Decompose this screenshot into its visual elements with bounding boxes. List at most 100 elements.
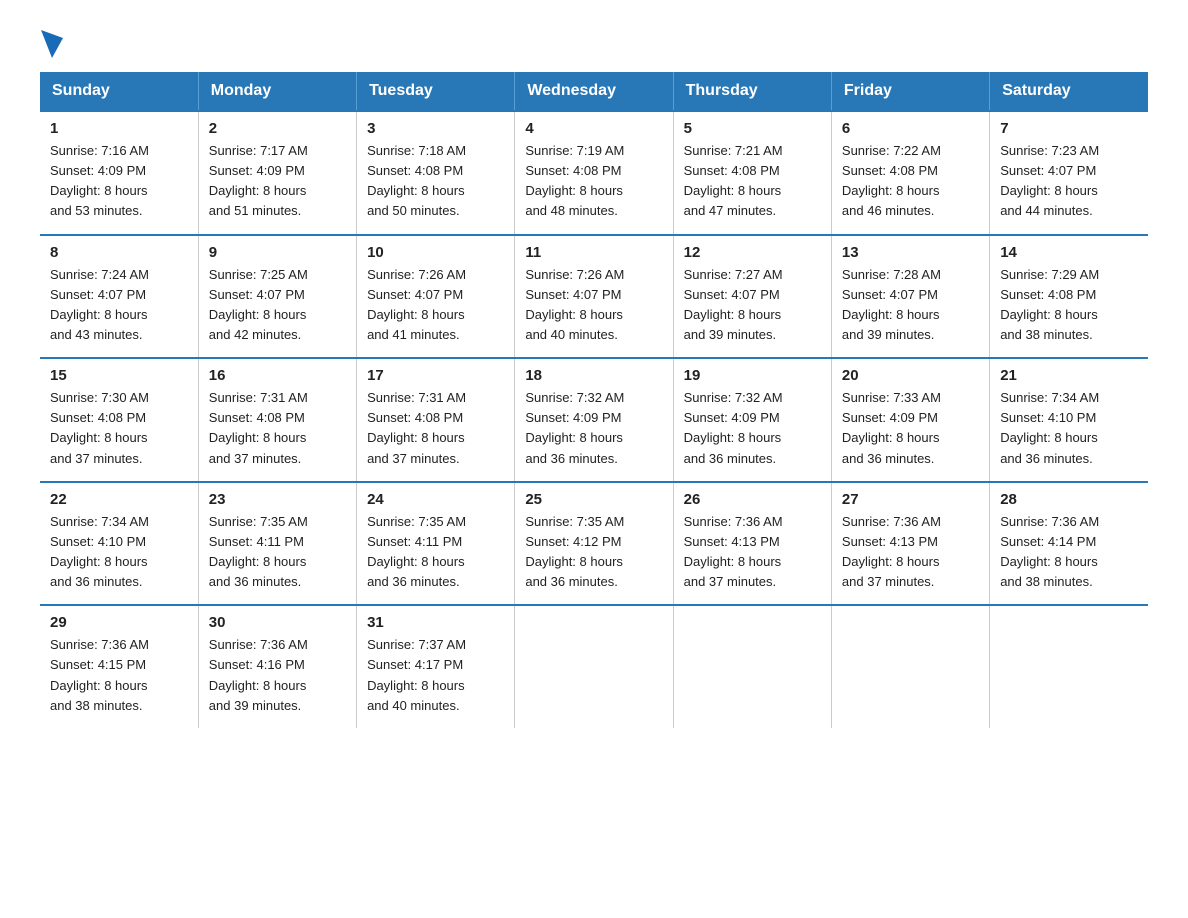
week-row-2: 8 Sunrise: 7:24 AMSunset: 4:07 PMDayligh… bbox=[40, 235, 1148, 359]
day-number: 14 bbox=[1000, 244, 1138, 261]
calendar-cell: 17 Sunrise: 7:31 AMSunset: 4:08 PMDaylig… bbox=[357, 358, 515, 482]
calendar-cell: 2 Sunrise: 7:17 AMSunset: 4:09 PMDayligh… bbox=[198, 111, 356, 235]
day-number: 23 bbox=[209, 491, 346, 508]
day-number: 25 bbox=[525, 491, 662, 508]
day-number: 1 bbox=[50, 120, 188, 137]
day-number: 17 bbox=[367, 367, 504, 384]
day-info: Sunrise: 7:34 AMSunset: 4:10 PMDaylight:… bbox=[1000, 388, 1138, 469]
column-header-tuesday: Tuesday bbox=[357, 72, 515, 111]
calendar-cell: 25 Sunrise: 7:35 AMSunset: 4:12 PMDaylig… bbox=[515, 482, 673, 606]
day-info: Sunrise: 7:35 AMSunset: 4:11 PMDaylight:… bbox=[367, 512, 504, 593]
calendar-cell: 18 Sunrise: 7:32 AMSunset: 4:09 PMDaylig… bbox=[515, 358, 673, 482]
day-number: 22 bbox=[50, 491, 188, 508]
day-info: Sunrise: 7:35 AMSunset: 4:11 PMDaylight:… bbox=[209, 512, 346, 593]
day-info: Sunrise: 7:27 AMSunset: 4:07 PMDaylight:… bbox=[684, 265, 821, 346]
day-number: 9 bbox=[209, 244, 346, 261]
day-info: Sunrise: 7:22 AMSunset: 4:08 PMDaylight:… bbox=[842, 141, 979, 222]
day-number: 16 bbox=[209, 367, 346, 384]
day-info: Sunrise: 7:29 AMSunset: 4:08 PMDaylight:… bbox=[1000, 265, 1138, 346]
calendar-cell: 16 Sunrise: 7:31 AMSunset: 4:08 PMDaylig… bbox=[198, 358, 356, 482]
calendar-cell: 12 Sunrise: 7:27 AMSunset: 4:07 PMDaylig… bbox=[673, 235, 831, 359]
calendar-cell: 8 Sunrise: 7:24 AMSunset: 4:07 PMDayligh… bbox=[40, 235, 198, 359]
day-number: 18 bbox=[525, 367, 662, 384]
column-header-sunday: Sunday bbox=[40, 72, 198, 111]
day-number: 12 bbox=[684, 244, 821, 261]
calendar-cell bbox=[673, 605, 831, 728]
day-info: Sunrise: 7:21 AMSunset: 4:08 PMDaylight:… bbox=[684, 141, 821, 222]
calendar-cell: 5 Sunrise: 7:21 AMSunset: 4:08 PMDayligh… bbox=[673, 111, 831, 235]
day-number: 10 bbox=[367, 244, 504, 261]
calendar-cell: 10 Sunrise: 7:26 AMSunset: 4:07 PMDaylig… bbox=[357, 235, 515, 359]
calendar-cell: 21 Sunrise: 7:34 AMSunset: 4:10 PMDaylig… bbox=[990, 358, 1148, 482]
day-info: Sunrise: 7:24 AMSunset: 4:07 PMDaylight:… bbox=[50, 265, 188, 346]
logo bbox=[40, 30, 64, 52]
day-number: 21 bbox=[1000, 367, 1138, 384]
day-number: 27 bbox=[842, 491, 979, 508]
day-number: 31 bbox=[367, 614, 504, 631]
day-info: Sunrise: 7:33 AMSunset: 4:09 PMDaylight:… bbox=[842, 388, 979, 469]
column-header-wednesday: Wednesday bbox=[515, 72, 673, 111]
day-number: 15 bbox=[50, 367, 188, 384]
calendar-cell: 29 Sunrise: 7:36 AMSunset: 4:15 PMDaylig… bbox=[40, 605, 198, 728]
day-number: 11 bbox=[525, 244, 662, 261]
calendar-cell: 20 Sunrise: 7:33 AMSunset: 4:09 PMDaylig… bbox=[831, 358, 989, 482]
week-row-4: 22 Sunrise: 7:34 AMSunset: 4:10 PMDaylig… bbox=[40, 482, 1148, 606]
day-info: Sunrise: 7:34 AMSunset: 4:10 PMDaylight:… bbox=[50, 512, 188, 593]
calendar-cell: 7 Sunrise: 7:23 AMSunset: 4:07 PMDayligh… bbox=[990, 111, 1148, 235]
day-info: Sunrise: 7:18 AMSunset: 4:08 PMDaylight:… bbox=[367, 141, 504, 222]
day-number: 30 bbox=[209, 614, 346, 631]
calendar-cell: 4 Sunrise: 7:19 AMSunset: 4:08 PMDayligh… bbox=[515, 111, 673, 235]
week-row-3: 15 Sunrise: 7:30 AMSunset: 4:08 PMDaylig… bbox=[40, 358, 1148, 482]
day-info: Sunrise: 7:19 AMSunset: 4:08 PMDaylight:… bbox=[525, 141, 662, 222]
day-info: Sunrise: 7:36 AMSunset: 4:13 PMDaylight:… bbox=[842, 512, 979, 593]
calendar-cell: 26 Sunrise: 7:36 AMSunset: 4:13 PMDaylig… bbox=[673, 482, 831, 606]
day-number: 13 bbox=[842, 244, 979, 261]
calendar-header-row: SundayMondayTuesdayWednesdayThursdayFrid… bbox=[40, 72, 1148, 111]
column-header-friday: Friday bbox=[831, 72, 989, 111]
column-header-monday: Monday bbox=[198, 72, 356, 111]
calendar-cell: 1 Sunrise: 7:16 AMSunset: 4:09 PMDayligh… bbox=[40, 111, 198, 235]
day-info: Sunrise: 7:35 AMSunset: 4:12 PMDaylight:… bbox=[525, 512, 662, 593]
week-row-5: 29 Sunrise: 7:36 AMSunset: 4:15 PMDaylig… bbox=[40, 605, 1148, 728]
calendar-table: SundayMondayTuesdayWednesdayThursdayFrid… bbox=[40, 72, 1148, 728]
day-number: 4 bbox=[525, 120, 662, 137]
day-info: Sunrise: 7:26 AMSunset: 4:07 PMDaylight:… bbox=[525, 265, 662, 346]
day-number: 6 bbox=[842, 120, 979, 137]
day-number: 7 bbox=[1000, 120, 1138, 137]
calendar-cell: 13 Sunrise: 7:28 AMSunset: 4:07 PMDaylig… bbox=[831, 235, 989, 359]
calendar-cell bbox=[990, 605, 1148, 728]
day-info: Sunrise: 7:36 AMSunset: 4:15 PMDaylight:… bbox=[50, 635, 188, 716]
day-info: Sunrise: 7:23 AMSunset: 4:07 PMDaylight:… bbox=[1000, 141, 1138, 222]
day-info: Sunrise: 7:17 AMSunset: 4:09 PMDaylight:… bbox=[209, 141, 346, 222]
calendar-cell: 15 Sunrise: 7:30 AMSunset: 4:08 PMDaylig… bbox=[40, 358, 198, 482]
calendar-cell: 23 Sunrise: 7:35 AMSunset: 4:11 PMDaylig… bbox=[198, 482, 356, 606]
calendar-cell bbox=[831, 605, 989, 728]
day-info: Sunrise: 7:32 AMSunset: 4:09 PMDaylight:… bbox=[684, 388, 821, 469]
calendar-cell: 6 Sunrise: 7:22 AMSunset: 4:08 PMDayligh… bbox=[831, 111, 989, 235]
day-number: 29 bbox=[50, 614, 188, 631]
page-header bbox=[40, 30, 1148, 52]
calendar-cell bbox=[515, 605, 673, 728]
calendar-cell: 14 Sunrise: 7:29 AMSunset: 4:08 PMDaylig… bbox=[990, 235, 1148, 359]
day-info: Sunrise: 7:36 AMSunset: 4:14 PMDaylight:… bbox=[1000, 512, 1138, 593]
day-info: Sunrise: 7:36 AMSunset: 4:16 PMDaylight:… bbox=[209, 635, 346, 716]
calendar-cell: 28 Sunrise: 7:36 AMSunset: 4:14 PMDaylig… bbox=[990, 482, 1148, 606]
day-number: 20 bbox=[842, 367, 979, 384]
day-info: Sunrise: 7:37 AMSunset: 4:17 PMDaylight:… bbox=[367, 635, 504, 716]
column-header-thursday: Thursday bbox=[673, 72, 831, 111]
calendar-cell: 31 Sunrise: 7:37 AMSunset: 4:17 PMDaylig… bbox=[357, 605, 515, 728]
calendar-cell: 11 Sunrise: 7:26 AMSunset: 4:07 PMDaylig… bbox=[515, 235, 673, 359]
calendar-cell: 24 Sunrise: 7:35 AMSunset: 4:11 PMDaylig… bbox=[357, 482, 515, 606]
day-number: 19 bbox=[684, 367, 821, 384]
calendar-cell: 3 Sunrise: 7:18 AMSunset: 4:08 PMDayligh… bbox=[357, 111, 515, 235]
calendar-cell: 19 Sunrise: 7:32 AMSunset: 4:09 PMDaylig… bbox=[673, 358, 831, 482]
calendar-cell: 27 Sunrise: 7:36 AMSunset: 4:13 PMDaylig… bbox=[831, 482, 989, 606]
day-info: Sunrise: 7:32 AMSunset: 4:09 PMDaylight:… bbox=[525, 388, 662, 469]
day-info: Sunrise: 7:28 AMSunset: 4:07 PMDaylight:… bbox=[842, 265, 979, 346]
column-header-saturday: Saturday bbox=[990, 72, 1148, 111]
day-info: Sunrise: 7:25 AMSunset: 4:07 PMDaylight:… bbox=[209, 265, 346, 346]
day-number: 5 bbox=[684, 120, 821, 137]
day-number: 26 bbox=[684, 491, 821, 508]
day-number: 24 bbox=[367, 491, 504, 508]
calendar-cell: 9 Sunrise: 7:25 AMSunset: 4:07 PMDayligh… bbox=[198, 235, 356, 359]
